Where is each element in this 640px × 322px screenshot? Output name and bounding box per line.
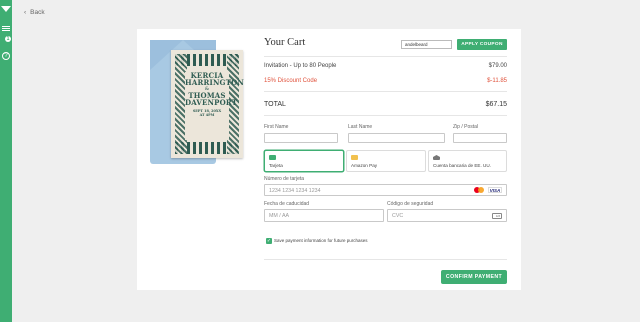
divider <box>264 259 507 260</box>
cart-title: Your Cart <box>264 37 306 48</box>
discount-label: 15% Discount Code <box>264 78 318 84</box>
coupon-input[interactable] <box>401 40 452 49</box>
cvc-field[interactable]: CVC <box>387 209 507 222</box>
payment-method-bank[interactable]: Cuenta bancaria de EE. UU. <box>428 150 507 172</box>
cvc-placeholder: CVC <box>392 213 404 219</box>
checkout-card: KERCIA HARRINGTON & THOMAS DAVENPORT SEP… <box>137 29 521 290</box>
bank-icon <box>433 155 440 160</box>
menu-icon[interactable] <box>2 25 10 33</box>
expiry-field[interactable]: MM / AA <box>264 209 384 222</box>
discount-price: $-11.85 <box>487 78 507 84</box>
card-number-field[interactable]: 1234 1234 1234 1234 VISA <box>264 184 507 196</box>
total-row: TOTAL $67.15 <box>264 101 507 108</box>
payment-method-label: Tarjeta <box>269 163 283 168</box>
back-link[interactable]: ‹ Back <box>24 9 45 16</box>
amazon-pay-icon <box>351 155 358 160</box>
line-item: Invitation - Up to 80 People $79.00 <box>264 63 507 69</box>
payment-method-card[interactable]: Tarjeta <box>264 150 344 172</box>
invite-name2-last: DAVENPORT <box>185 98 238 107</box>
last-name-label: Last Name <box>348 124 373 130</box>
card-number-placeholder: 1234 1234 1234 1234 <box>269 188 321 194</box>
logo-icon <box>1 6 11 12</box>
divider <box>264 115 507 116</box>
left-sidebar: 1 ? <box>0 0 12 322</box>
zip-field[interactable] <box>453 133 507 143</box>
total-value: $67.15 <box>485 101 507 108</box>
discount-line: 15% Discount Code $-11.85 <box>264 78 507 84</box>
apply-coupon-button[interactable]: APPLY COUPON <box>457 39 507 50</box>
chevron-left-icon: ‹ <box>24 9 27 16</box>
expiry-label: Fecha de caducidad <box>264 201 310 207</box>
credit-card-icon <box>269 155 276 160</box>
divider <box>264 56 507 57</box>
mastercard-icon <box>474 187 484 193</box>
help-icon[interactable]: ? <box>2 52 10 60</box>
first-name-label: First Name <box>264 124 289 130</box>
line-item-label: Invitation - Up to 80 People <box>264 63 337 69</box>
payment-method-label: Amazon Pay <box>351 163 378 168</box>
confirm-payment-button[interactable]: CONFIRM PAYMENT <box>441 270 507 284</box>
expiry-placeholder: MM / AA <box>269 213 290 219</box>
divider <box>264 91 507 92</box>
payment-method-label: Cuenta bancaria de EE. UU. <box>433 163 491 168</box>
save-payment-label: Save payment information for future purc… <box>274 238 368 243</box>
invite-time: AT 4PM <box>199 113 215 117</box>
last-name-field[interactable] <box>348 133 445 143</box>
invite-name1-last: HARRINGTON <box>185 78 245 87</box>
cvc-card-icon <box>492 213 502 219</box>
visa-icon: VISA <box>488 187 502 193</box>
zip-label: Zip / Postal <box>453 124 479 130</box>
invitation-preview: KERCIA HARRINGTON & THOMAS DAVENPORT SEP… <box>171 50 245 158</box>
first-name-field[interactable] <box>264 133 338 143</box>
card-number-label: Número de tarjeta <box>264 176 305 182</box>
cvc-label: Código de seguridad <box>387 201 434 207</box>
total-label: TOTAL <box>264 101 286 108</box>
save-payment-checkbox[interactable]: ✓ <box>266 238 272 244</box>
payment-method-amazon-pay[interactable]: Amazon Pay <box>346 150 426 172</box>
line-item-price: $79.00 <box>488 63 507 69</box>
back-label: Back <box>30 9 45 16</box>
cart-icon[interactable]: 1 <box>2 36 11 46</box>
